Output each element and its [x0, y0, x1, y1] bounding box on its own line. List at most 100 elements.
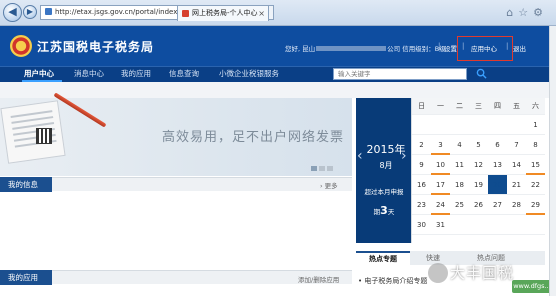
- nav-message-center[interactable]: 消息中心: [74, 68, 104, 79]
- qr-code-icon: [36, 128, 52, 144]
- calendar-weekday: 四: [488, 98, 507, 115]
- calendar-weekday: 二: [450, 98, 469, 115]
- calendar-empty-cell: [469, 115, 488, 135]
- redacted-name: [316, 46, 387, 51]
- banner-dot[interactable]: [319, 166, 325, 171]
- nav-info-query[interactable]: 信息查询: [169, 68, 199, 79]
- calendar-day[interactable]: 31: [431, 215, 450, 235]
- banner-dot[interactable]: [327, 166, 333, 171]
- calendar-empty-cell: [431, 115, 450, 135]
- calendar-empty-cell: [507, 215, 526, 235]
- calendar-day[interactable]: 30: [412, 215, 431, 235]
- nav-small-business[interactable]: 小微企业税银服务: [219, 68, 279, 79]
- calendar-day[interactable]: 27: [488, 195, 507, 215]
- calendar-day[interactable]: 2: [412, 135, 431, 155]
- calendar-empty-cell: [526, 215, 545, 235]
- calendar-weekday: 日: [412, 98, 431, 115]
- calendar-empty-cell: [450, 215, 469, 235]
- calendar-weekday: 三: [469, 98, 488, 115]
- calendar-grid: 日一二三四五六 1 2 3 4 5 6 7 8 9 10 11 12 13 14 15 16 17 18 19 20 21…: [411, 98, 545, 243]
- calendar-empty-cell: [412, 115, 431, 135]
- tab-title: 网上税务局-个人中心: [192, 9, 258, 17]
- search-input[interactable]: [333, 68, 467, 80]
- calendar-empty-cell: [488, 215, 507, 235]
- calendar-day[interactable]: 3: [431, 135, 450, 155]
- calendar-day[interactable]: 13: [488, 155, 507, 175]
- calendar-weekday: 一: [431, 98, 450, 115]
- banner-pager[interactable]: [311, 156, 335, 175]
- calendar-day[interactable]: 12: [469, 155, 488, 175]
- emblem-logo-icon: [10, 35, 32, 57]
- watermark-text: 大丰国税: [450, 264, 515, 282]
- nav-my-apps[interactable]: 我的应用: [121, 68, 151, 79]
- browser-toolbar-icons[interactable]: ⌂☆⚙: [506, 6, 548, 19]
- calendar-day[interactable]: 14: [507, 155, 526, 175]
- calendar-day[interactable]: 25: [450, 195, 469, 215]
- welcome-prefix: 您好, 昆山: [285, 45, 316, 53]
- hot-topic-item[interactable]: • 电子税务局介绍专题: [358, 276, 427, 286]
- calendar-day[interactable]: 23: [412, 195, 431, 215]
- browser-tab[interactable]: 网上税务局-个人中心 ×: [177, 5, 269, 21]
- calendar-day[interactable]: 10: [431, 155, 450, 175]
- calendar-day[interactable]: 4: [450, 135, 469, 155]
- calendar-day[interactable]: 1: [526, 115, 545, 135]
- header-separator: |: [438, 42, 441, 50]
- banner-slogan: 高效易用，足不出户网络发票: [162, 130, 345, 145]
- calendar-empty-cell: [507, 115, 526, 135]
- calendar-day[interactable]: 7: [507, 135, 526, 155]
- my-info-header: [0, 177, 352, 191]
- nav-user-center[interactable]: 用户中心: [24, 68, 54, 79]
- settings-link[interactable]: 设置: [444, 43, 457, 53]
- calendar-day[interactable]: 19: [469, 175, 488, 195]
- edit-apps-link[interactable]: 添加/删除应用: [298, 274, 339, 284]
- page-scrollbar[interactable]: [549, 26, 556, 296]
- deadline-suffix: 天: [387, 208, 395, 216]
- my-apps-title: 我的应用: [0, 270, 52, 285]
- calendar-deadline: 期3天: [358, 204, 410, 217]
- address-text: http://etax.jsgs.gov.cn/portal/index.do: [55, 8, 189, 16]
- calendar-day[interactable]: 24: [431, 195, 450, 215]
- calendar-day[interactable]: 6: [488, 135, 507, 155]
- deadline-days: 3: [380, 204, 388, 217]
- wechat-logo-icon: [428, 263, 448, 283]
- calendar-empty-cell: [488, 115, 507, 135]
- calendar-day[interactable]: 11: [450, 155, 469, 175]
- tab-close-icon[interactable]: ×: [258, 6, 265, 21]
- welcome-text: 您好, 昆山 公司 信用级别：B级: [285, 43, 446, 53]
- calendar-day[interactable]: 28: [507, 195, 526, 215]
- calendar-day[interactable]: 20: [488, 175, 507, 195]
- my-info-more-link[interactable]: › 更多: [320, 180, 338, 190]
- calendar-day[interactable]: 17: [431, 175, 450, 195]
- tab-hot-topics[interactable]: 热点专题: [356, 251, 410, 265]
- calendar-month: 8月: [379, 161, 393, 170]
- calendar-day[interactable]: 16: [412, 175, 431, 195]
- page-root: ◀ ▶ http://etax.jsgs.gov.cn/portal/index…: [0, 0, 556, 296]
- calendar-year: 2015年: [366, 143, 406, 156]
- highlight-box: [457, 36, 513, 61]
- calendar-empty-cell: [450, 115, 469, 135]
- tab-favicon-icon: [182, 10, 189, 17]
- my-info-title: 我的信息: [0, 177, 52, 192]
- site-title: 江苏国税电子税务局: [37, 40, 155, 54]
- calendar-day[interactable]: 18: [450, 175, 469, 195]
- invoice-illustration: [0, 100, 66, 164]
- calendar-day[interactable]: 26: [469, 195, 488, 215]
- browser-back-button[interactable]: ◀: [3, 3, 22, 22]
- browser-forward-button[interactable]: ▶: [23, 5, 37, 19]
- calendar-note: 超过本月申报: [364, 188, 404, 196]
- logout-link[interactable]: 退出: [513, 43, 526, 53]
- banner-dot[interactable]: [311, 166, 317, 171]
- calendar-day[interactable]: 8: [526, 135, 545, 155]
- page-icon: [45, 8, 52, 15]
- calendar-day[interactable]: 22: [526, 175, 545, 195]
- calendar-day[interactable]: 29: [526, 195, 545, 215]
- calendar-day[interactable]: 21: [507, 175, 526, 195]
- calendar-day[interactable]: 15: [526, 155, 545, 175]
- calendar-day[interactable]: 5: [469, 135, 488, 155]
- content-gap: [0, 82, 556, 98]
- calendar-day[interactable]: 9: [412, 155, 431, 175]
- calendar-weekday: 五: [507, 98, 526, 115]
- watermark-badge: www.dfgs...: [512, 280, 552, 293]
- search-icon[interactable]: [476, 68, 487, 79]
- calendar-empty-cell: [469, 215, 488, 235]
